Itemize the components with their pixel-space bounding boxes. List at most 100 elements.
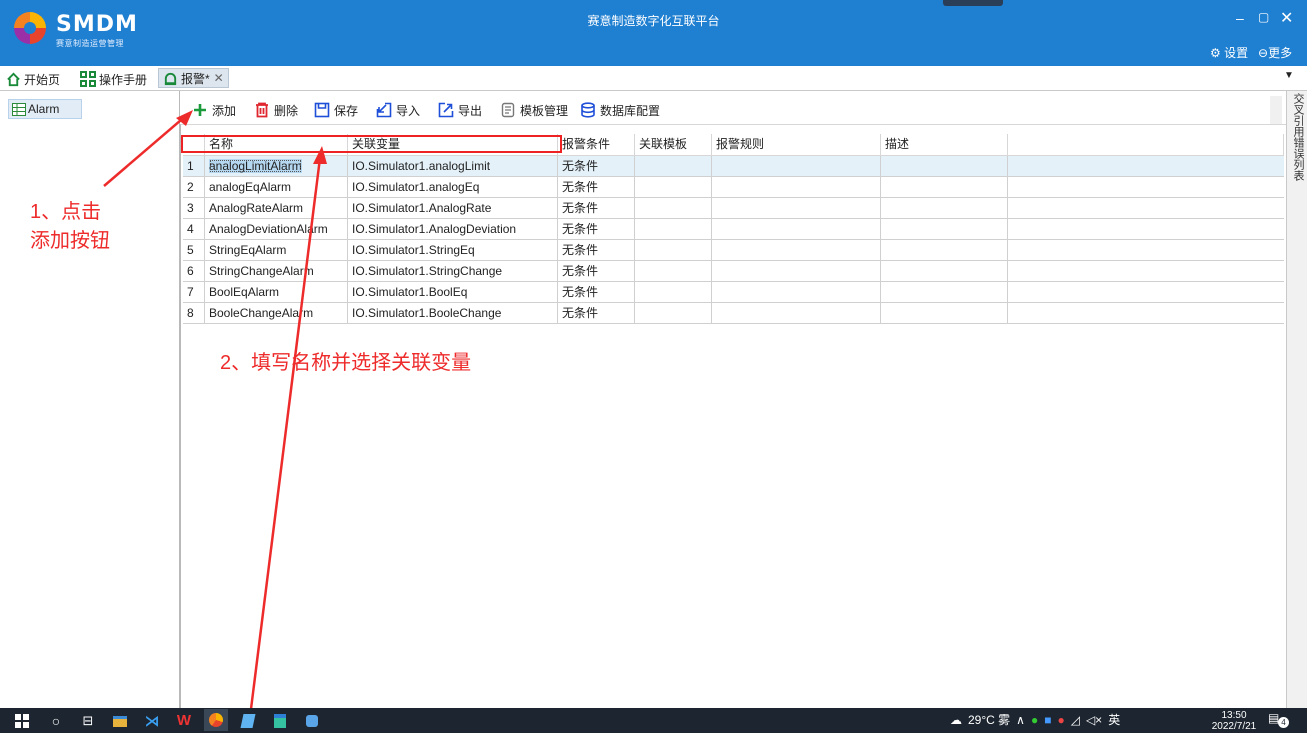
- weather-text[interactable]: 29°C 雾: [968, 711, 1010, 728]
- wps-icon[interactable]: W: [176, 711, 192, 730]
- variable-cell[interactable]: IO.Simulator1.analogLimit: [348, 156, 558, 177]
- table-row[interactable]: 4 AnalogDeviationAlarm IO.Simulator1.Ana…: [183, 219, 1284, 240]
- chevron-up-icon[interactable]: ∧: [1016, 713, 1025, 727]
- delete-button[interactable]: 删除: [254, 100, 298, 120]
- cross-reference-tab[interactable]: 交叉引用: [1290, 93, 1306, 137]
- rule-cell[interactable]: [712, 240, 881, 261]
- tab-alarm[interactable]: 报警* ✕: [158, 68, 229, 88]
- smdm-app-icon[interactable]: [204, 709, 228, 731]
- description-cell[interactable]: [881, 282, 1008, 303]
- rule-cell[interactable]: [712, 282, 881, 303]
- rule-cell[interactable]: [712, 303, 881, 324]
- condition-cell[interactable]: 无条件: [558, 240, 635, 261]
- export-button[interactable]: 导出: [438, 100, 482, 120]
- condition-cell[interactable]: 无条件: [558, 219, 635, 240]
- name-cell[interactable]: AnalogRateAlarm: [205, 198, 348, 219]
- vscode-icon[interactable]: ⋊: [144, 711, 160, 730]
- description-cell[interactable]: [881, 156, 1008, 177]
- tab-dropdown-icon[interactable]: ▼: [1284, 70, 1294, 81]
- condition-cell[interactable]: 无条件: [558, 177, 635, 198]
- column-header-rule[interactable]: 报警规则: [712, 134, 881, 156]
- db-config-button[interactable]: 数据库配置: [580, 100, 660, 120]
- variable-cell[interactable]: IO.Simulator1.BoolEq: [348, 282, 558, 303]
- rule-cell[interactable]: [712, 198, 881, 219]
- tray-app-icon[interactable]: ■: [1044, 713, 1051, 727]
- name-cell[interactable]: StringEqAlarm: [205, 240, 348, 261]
- rule-cell[interactable]: [712, 156, 881, 177]
- template-manage-button[interactable]: 模板管理: [500, 100, 568, 120]
- ime-indicator[interactable]: 英: [1108, 711, 1120, 728]
- volume-icon[interactable]: ◁×: [1086, 713, 1102, 727]
- table-row[interactable]: 1 analogLimitAlarm IO.Simulator1.analogL…: [183, 156, 1284, 177]
- rule-cell[interactable]: [712, 219, 881, 240]
- title-drag-handle[interactable]: [943, 0, 1003, 6]
- name-cell[interactable]: AnalogDeviationAlarm: [205, 219, 348, 240]
- search-icon[interactable]: ○: [48, 711, 64, 730]
- variable-cell[interactable]: IO.Simulator1.analogEq: [348, 177, 558, 198]
- app-icon-blue[interactable]: [240, 711, 256, 730]
- column-header-condition[interactable]: 报警条件: [558, 134, 635, 156]
- table-row[interactable]: 2 analogEqAlarm IO.Simulator1.analogEq 无…: [183, 177, 1284, 198]
- wechat-icon[interactable]: ●: [1031, 713, 1038, 727]
- network-icon[interactable]: ◿: [1071, 713, 1080, 727]
- template-cell[interactable]: [635, 219, 712, 240]
- minimize-button[interactable]: –: [1236, 10, 1244, 26]
- description-cell[interactable]: [881, 240, 1008, 261]
- tray-red-icon[interactable]: ●: [1057, 713, 1064, 727]
- save-button[interactable]: 保存: [314, 100, 358, 120]
- column-header-description[interactable]: 描述: [881, 134, 1008, 156]
- name-cell-editing[interactable]: analogLimitAlarm: [209, 159, 302, 173]
- rule-cell[interactable]: [712, 177, 881, 198]
- name-cell[interactable]: analogLimitAlarm: [205, 156, 348, 177]
- rule-cell[interactable]: [712, 261, 881, 282]
- variable-cell[interactable]: IO.Simulator1.StringEq: [348, 240, 558, 261]
- close-icon[interactable]: ✕: [214, 71, 224, 85]
- more-button[interactable]: ⊖更多: [1258, 44, 1292, 61]
- description-cell[interactable]: [881, 219, 1008, 240]
- template-cell[interactable]: [635, 156, 712, 177]
- condition-cell[interactable]: 无条件: [558, 198, 635, 219]
- start-icon[interactable]: [14, 711, 30, 730]
- error-list-tab[interactable]: 错误列表: [1290, 137, 1306, 181]
- table-row[interactable]: 8 BooleChangeAlarm IO.Simulator1.BooleCh…: [183, 303, 1284, 324]
- tab-manual[interactable]: 操作手册: [80, 69, 147, 89]
- table-row[interactable]: 7 BoolEqAlarm IO.Simulator1.BoolEq 无条件: [183, 282, 1284, 303]
- template-cell[interactable]: [635, 303, 712, 324]
- table-row[interactable]: 5 StringEqAlarm IO.Simulator1.StringEq 无…: [183, 240, 1284, 261]
- table-row[interactable]: 6 StringChangeAlarm IO.Simulator1.String…: [183, 261, 1284, 282]
- variable-cell[interactable]: IO.Simulator1.BooleChange: [348, 303, 558, 324]
- description-cell[interactable]: [881, 303, 1008, 324]
- add-button[interactable]: 添加: [192, 100, 236, 120]
- table-row[interactable]: 3 AnalogRateAlarm IO.Simulator1.AnalogRa…: [183, 198, 1284, 219]
- name-cell[interactable]: analogEqAlarm: [205, 177, 348, 198]
- notification-icon[interactable]: ▤ 4: [1268, 711, 1292, 729]
- variable-cell[interactable]: IO.Simulator1.StringChange: [348, 261, 558, 282]
- template-cell[interactable]: [635, 240, 712, 261]
- column-header-template[interactable]: 关联模板: [635, 134, 712, 156]
- template-cell[interactable]: [635, 282, 712, 303]
- import-button[interactable]: 导入: [376, 100, 420, 120]
- task-view-icon[interactable]: ⊟: [80, 711, 96, 730]
- tree-item-alarm[interactable]: Alarm: [8, 99, 82, 119]
- name-cell[interactable]: BooleChangeAlarm: [205, 303, 348, 324]
- template-cell[interactable]: [635, 198, 712, 219]
- maximize-button[interactable]: ▢: [1258, 10, 1269, 24]
- name-cell[interactable]: BoolEqAlarm: [205, 282, 348, 303]
- clock[interactable]: 13:50 2022/7/21: [1210, 710, 1258, 732]
- condition-cell[interactable]: 无条件: [558, 303, 635, 324]
- condition-cell[interactable]: 无条件: [558, 261, 635, 282]
- template-cell[interactable]: [635, 261, 712, 282]
- condition-cell[interactable]: 无条件: [558, 282, 635, 303]
- toolbar-scroll[interactable]: [1270, 96, 1282, 124]
- variable-cell[interactable]: IO.Simulator1.AnalogRate: [348, 198, 558, 219]
- variable-cell[interactable]: IO.Simulator1.AnalogDeviation: [348, 219, 558, 240]
- app-icon-tool[interactable]: [304, 711, 320, 730]
- settings-button[interactable]: ⚙ 设置: [1210, 44, 1248, 61]
- condition-cell[interactable]: 无条件: [558, 156, 635, 177]
- template-cell[interactable]: [635, 177, 712, 198]
- close-button[interactable]: ✕: [1280, 8, 1293, 28]
- name-cell[interactable]: StringChangeAlarm: [205, 261, 348, 282]
- description-cell[interactable]: [881, 198, 1008, 219]
- file-explorer-icon[interactable]: [112, 712, 128, 731]
- tab-start-page[interactable]: 开始页: [6, 69, 60, 89]
